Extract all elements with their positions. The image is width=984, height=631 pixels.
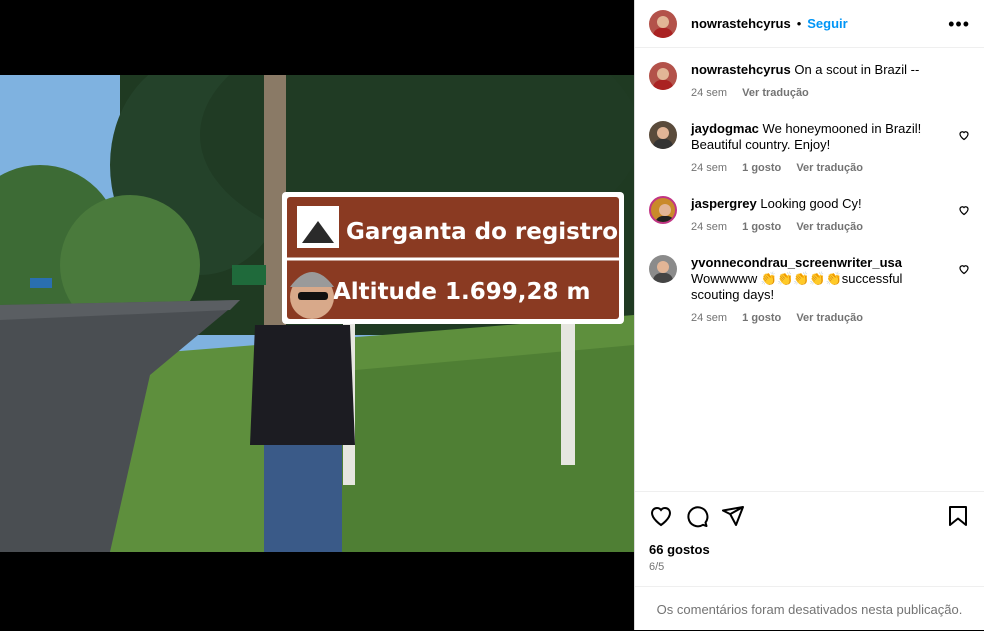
commenter-avatar[interactable] xyxy=(649,121,677,149)
comment-item: jaydogmac We honeymooned in Brazil! Beau… xyxy=(649,121,970,176)
author-avatar[interactable] xyxy=(649,9,677,38)
comment-text: Looking good Cy! xyxy=(760,196,862,211)
translate-link[interactable]: Ver tradução xyxy=(796,162,863,174)
separator-dot: • xyxy=(796,16,802,31)
comment-likes[interactable]: 1 gosto xyxy=(742,312,781,324)
comment-username[interactable]: nowrastehcyrus xyxy=(691,62,791,77)
comments-disabled-notice: Os comentários foram desativados nesta p… xyxy=(635,586,984,631)
instagram-post-viewer: Garganta do registro Altitude 1.699,28 m… xyxy=(0,0,984,630)
post-header: nowrastehcyrus • Seguir ••• xyxy=(635,0,984,48)
post-side-panel: nowrastehcyrus • Seguir ••• nowrastehcyr… xyxy=(634,0,984,630)
comment-username[interactable]: jaydogmac xyxy=(691,121,759,136)
like-comment-heart-icon[interactable] xyxy=(958,129,970,141)
like-comment-heart-icon[interactable] xyxy=(958,204,970,216)
comment-item: jaspergrey Looking good Cy! 24 sem 1 gos… xyxy=(649,196,970,235)
post-actions: 66 gostos 6/5 xyxy=(635,491,984,573)
comment-likes[interactable]: 1 gosto xyxy=(742,221,781,233)
comment-age[interactable]: 24 sem xyxy=(691,87,727,99)
translate-link[interactable]: Ver tradução xyxy=(796,312,863,324)
commenter-avatar[interactable] xyxy=(649,196,677,224)
media-panel: Garganta do registro Altitude 1.699,28 m xyxy=(0,0,634,630)
like-comment-heart-icon[interactable] xyxy=(958,263,970,275)
comment-text: On a scout in Brazil -- xyxy=(794,62,920,77)
comment-text: Wowwwww 👏👏👏👏👏successful scouting days! xyxy=(691,271,903,302)
comment-item: yvonnecondrau_screenwriter_usa Wowwwww 👏… xyxy=(649,255,970,326)
follow-button[interactable]: Seguir xyxy=(807,16,847,31)
share-send-icon[interactable] xyxy=(721,504,745,528)
commenter-avatar[interactable] xyxy=(649,62,677,90)
more-options-icon[interactable]: ••• xyxy=(948,15,970,33)
comment-bubble-icon[interactable] xyxy=(685,504,709,528)
translate-link[interactable]: Ver tradução xyxy=(742,87,809,99)
caption-comment: nowrastehcyrus On a scout in Brazil -- 2… xyxy=(649,62,970,101)
comments-list: nowrastehcyrus On a scout in Brazil -- 2… xyxy=(635,48,984,326)
like-heart-icon[interactable] xyxy=(649,504,673,528)
bookmark-icon[interactable] xyxy=(946,504,970,528)
comment-age[interactable]: 24 sem xyxy=(691,312,727,324)
comment-likes[interactable]: 1 gosto xyxy=(742,162,781,174)
translate-link[interactable]: Ver tradução xyxy=(796,221,863,233)
comment-username[interactable]: yvonnecondrau_screenwriter_usa xyxy=(691,255,902,270)
sign-line-2: Altitude 1.699,28 m xyxy=(333,279,590,305)
post-photo[interactable]: Garganta do registro Altitude 1.699,28 m xyxy=(0,75,634,552)
comment-age[interactable]: 24 sem xyxy=(691,221,727,233)
author-username[interactable]: nowrastehcyrus xyxy=(691,16,791,31)
sign-line-1: Garganta do registro xyxy=(346,219,618,245)
post-date[interactable]: 6/5 xyxy=(649,561,970,573)
comment-age[interactable]: 24 sem xyxy=(691,162,727,174)
commenter-avatar[interactable] xyxy=(649,255,677,283)
comment-username[interactable]: jaspergrey xyxy=(691,196,757,211)
likes-count[interactable]: 66 gostos xyxy=(649,542,970,557)
